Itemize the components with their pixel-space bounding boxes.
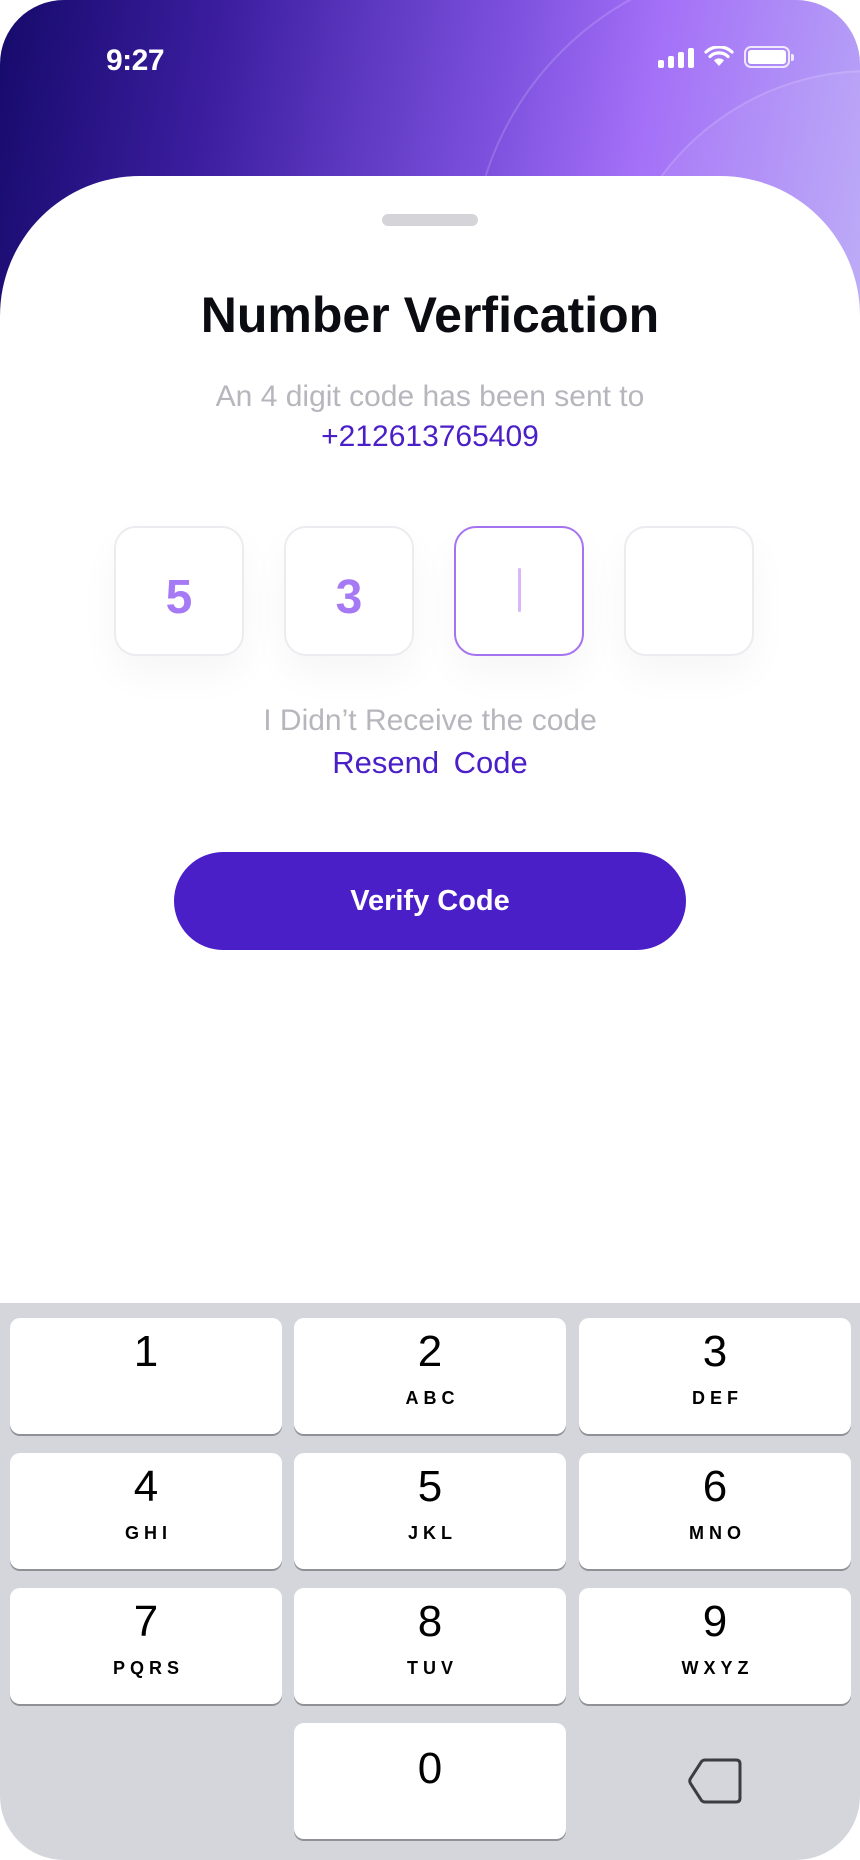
key-number: 7: [133, 1597, 159, 1646]
key-1[interactable]: 1: [10, 1318, 282, 1434]
key-letters: MNO: [689, 1523, 746, 1543]
resend-code-link[interactable]: Resend Code: [0, 745, 860, 781]
verify-code-button[interactable]: Verify Code: [174, 852, 686, 950]
key-number: 3: [702, 1327, 728, 1376]
key-letters: GHI: [124, 1523, 172, 1543]
otp-digit-1[interactable]: 5: [114, 526, 244, 656]
phone-screen: 9:27 Number Verfication An 4 digit code …: [0, 0, 860, 1860]
otp-input-group: 5 3: [114, 526, 754, 656]
key-letters: TUV: [407, 1658, 458, 1678]
wifi-icon: [704, 46, 734, 66]
text-caret: [517, 568, 521, 612]
key-number: 0: [417, 1744, 443, 1793]
key-letters: JKL: [407, 1523, 457, 1543]
otp-digit-2[interactable]: 3: [284, 526, 414, 656]
status-time: 9:27: [106, 44, 165, 77]
key-3[interactable]: 3 DEF: [579, 1318, 851, 1434]
key-number: 4: [133, 1462, 159, 1511]
no-code-text: I Didn’t Receive the code: [263, 704, 597, 737]
key-5[interactable]: 5 JKL: [294, 1453, 566, 1569]
otp-digit-3[interactable]: [454, 526, 584, 656]
key-7[interactable]: 7 PQRS: [10, 1588, 282, 1704]
backspace-key[interactable]: [579, 1723, 851, 1839]
key-letters: ABC: [405, 1388, 460, 1408]
phone-number: +212613765409: [321, 420, 539, 453]
key-0[interactable]: 0: [294, 1723, 566, 1839]
key-number: 5: [417, 1462, 443, 1511]
key-number: 6: [702, 1462, 728, 1511]
key-number: 2: [417, 1327, 443, 1376]
key-letters: DEF: [692, 1388, 743, 1408]
key-9[interactable]: 9 WXYZ: [579, 1588, 851, 1704]
key-letters: PQRS: [112, 1658, 184, 1678]
key-4[interactable]: 4 GHI: [10, 1453, 282, 1569]
code-sent-text: An 4 digit code has been sent to: [215, 380, 645, 413]
key-6[interactable]: 6 MNO: [579, 1453, 851, 1569]
signal-icon: [658, 46, 694, 68]
key-8[interactable]: 8 TUV: [294, 1588, 566, 1704]
battery-icon: [744, 46, 794, 68]
key-number: 9: [702, 1597, 728, 1646]
key-number: 8: [417, 1597, 443, 1646]
drag-handle[interactable]: [382, 214, 478, 226]
key-letters: WXYZ: [681, 1658, 754, 1678]
backspace-icon: [688, 1758, 742, 1804]
status-bar: 9:27: [0, 0, 860, 120]
numeric-keypad: 1 2 ABC 3 DEF 4 GHI 5 JKL 6 MNO 7 PQRS 8…: [0, 1303, 860, 1860]
status-icons: [658, 46, 794, 68]
otp-digit-4[interactable]: [624, 526, 754, 656]
key-2[interactable]: 2 ABC: [294, 1318, 566, 1434]
page-title: Number Verfication: [200, 287, 660, 343]
key-number: 1: [133, 1327, 159, 1376]
